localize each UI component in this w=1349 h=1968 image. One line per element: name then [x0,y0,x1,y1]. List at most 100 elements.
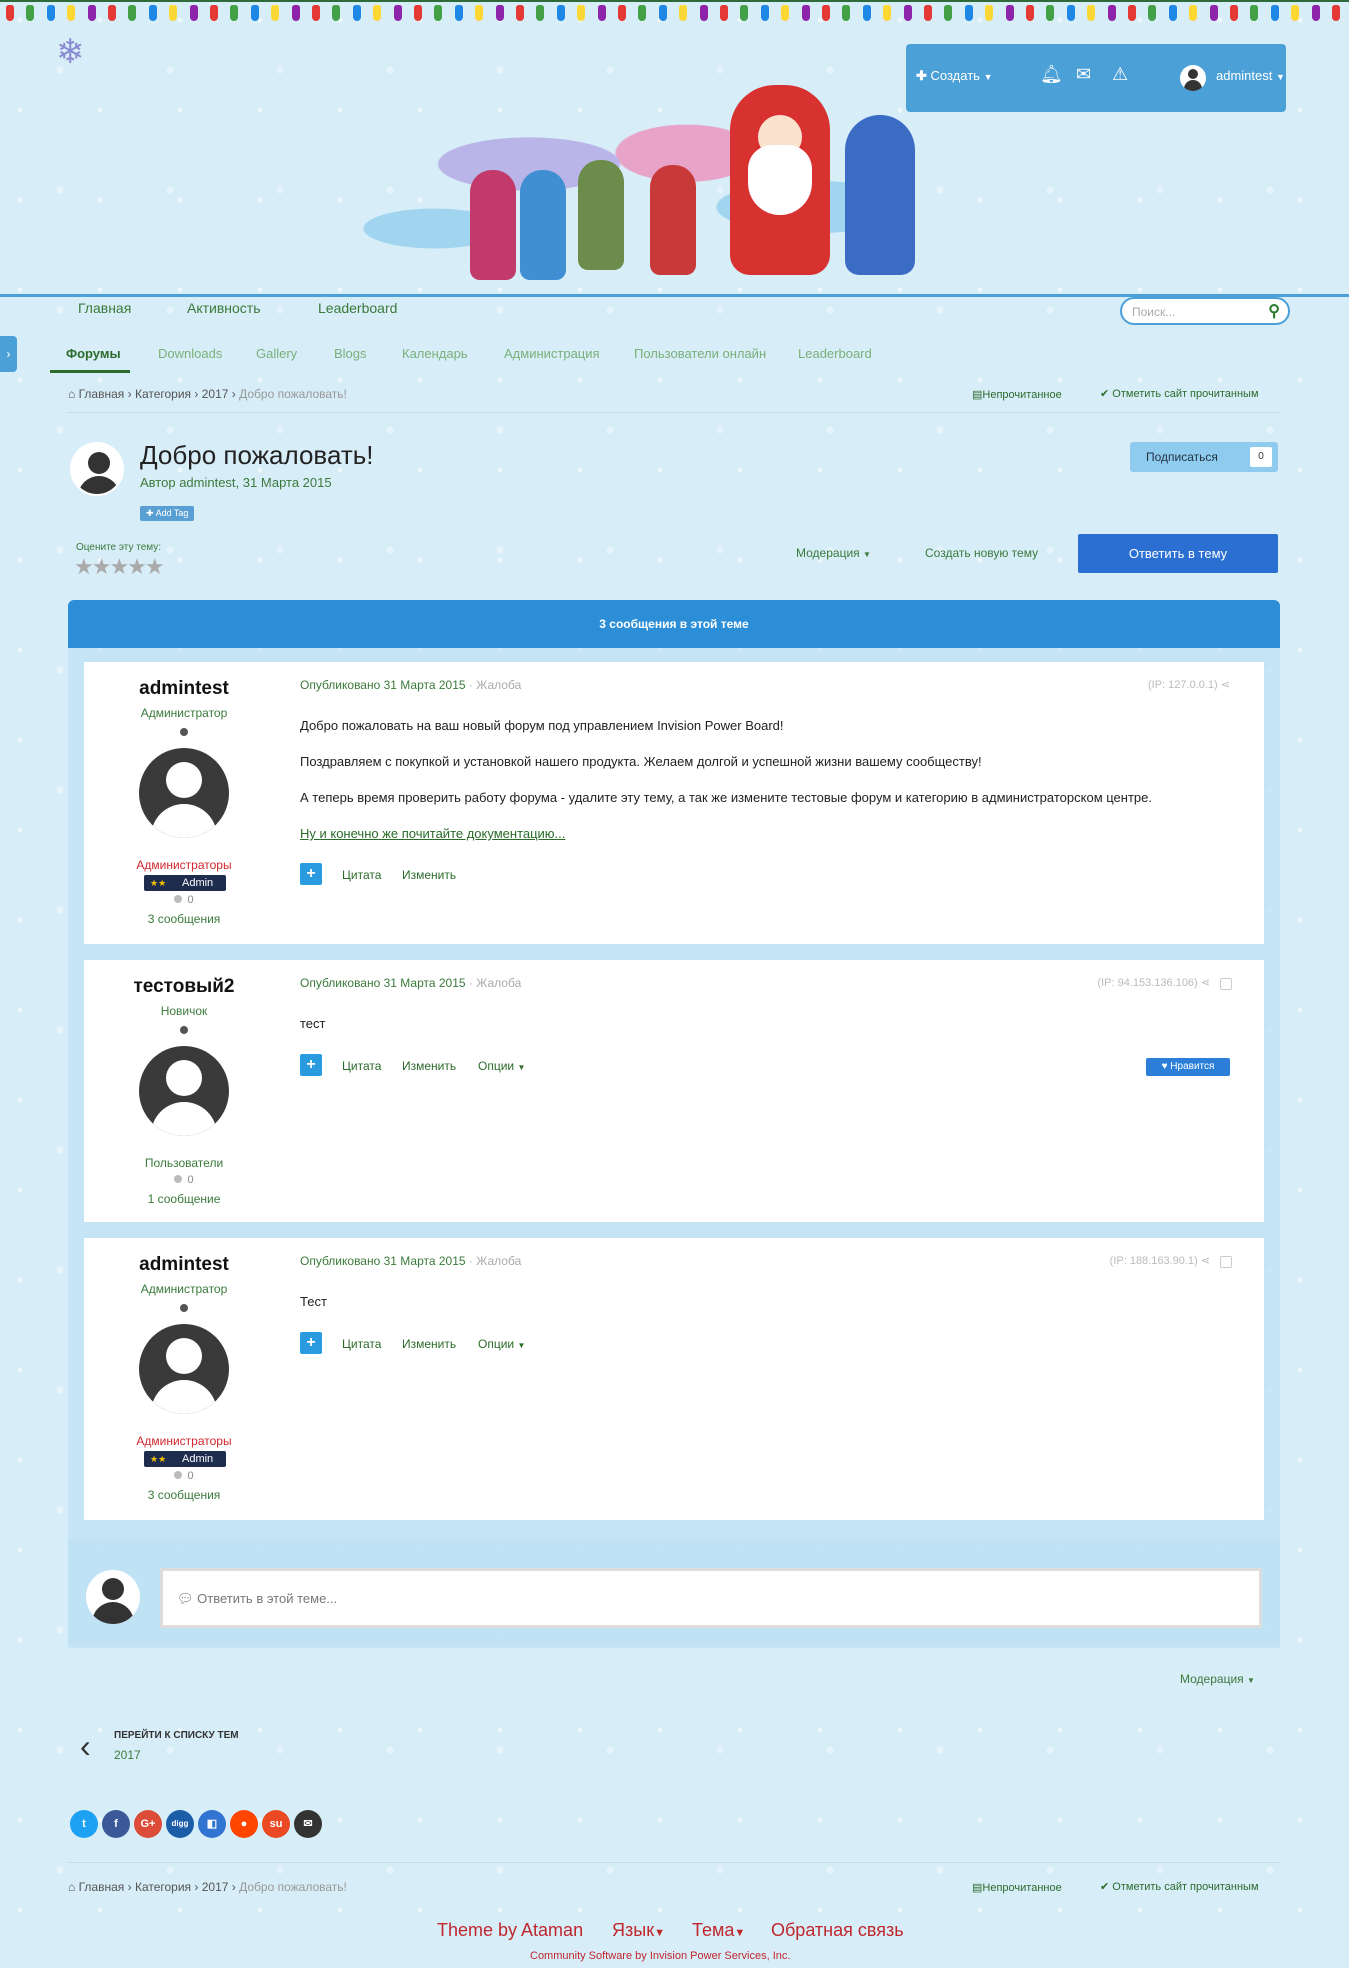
quote-button[interactable]: Цитата [342,1337,381,1351]
select-post-checkbox[interactable] [1220,1256,1232,1268]
multiquote-button[interactable]: + [300,863,322,885]
username-menu[interactable]: admintest ▼ [1216,68,1285,83]
report-link[interactable]: Жалоба [476,678,521,692]
reply-editor[interactable]: 💬︎ Ответить в этой теме... [160,1568,1262,1628]
garland-bulb [638,5,647,21]
breadcrumb-forum[interactable]: 2017 [202,1880,229,1894]
quote-button[interactable]: Цитата [342,868,381,882]
snowflake-logo-icon: ❄ [56,33,85,71]
reddit-icon[interactable]: ● [230,1810,258,1838]
footer-theme-credit[interactable]: Theme by Ataman [437,1920,583,1941]
breadcrumb-home[interactable]: Главная [79,387,125,401]
digg-icon[interactable]: digg [166,1810,194,1838]
search-input[interactable]: Поиск... ⚲ [1120,297,1290,325]
footer-feedback-link[interactable]: Обратная связь [771,1920,904,1941]
breadcrumb-category[interactable]: Категория [135,1880,191,1894]
sidebar-toggle[interactable]: › [0,336,17,372]
author-avatar[interactable] [139,748,229,838]
options-menu[interactable]: Опции ▼ [478,1059,525,1073]
quote-button[interactable]: Цитата [342,1059,381,1073]
multiquote-button[interactable]: + [300,1054,322,1076]
post-author-name[interactable]: admintest [84,1254,284,1276]
bell-icon[interactable]: 🔔︎ [1040,64,1063,85]
nav-home[interactable]: Главная [78,300,131,316]
topic-author-avatar[interactable] [70,442,124,496]
tab-forums[interactable]: Форумы [66,346,121,361]
subscribe-button[interactable]: Подписаться 0 [1130,442,1278,472]
stumbleupon-icon[interactable]: su [262,1810,290,1838]
post-author-name[interactable]: тестовый2 [84,976,284,998]
multiquote-button[interactable]: + [300,1332,322,1354]
warning-icon[interactable]: ⚠ [1112,64,1128,85]
author-avatar[interactable] [139,1046,229,1136]
tab-calendar[interactable]: Календарь [402,346,468,361]
new-topic-link[interactable]: Создать новую тему [925,546,1038,560]
share-icon[interactable]: ⋖ [1201,977,1210,989]
reply-topic-button[interactable]: Ответить в тему [1078,534,1278,573]
breadcrumb-category[interactable]: Категория [135,387,191,401]
tab-leaderboard[interactable]: Leaderboard [798,346,872,361]
like-button[interactable]: ♥ Нравится [1146,1058,1230,1076]
garland-bulb [679,5,688,21]
documentation-link[interactable]: Ну и конечно же почитайте документацию..… [300,826,565,841]
post-count[interactable]: 1 сообщение [84,1192,284,1206]
email-icon[interactable]: ✉ [294,1810,322,1838]
nav-leaderboard[interactable]: Leaderboard [318,300,397,316]
add-tag-button[interactable]: ✚ Add Tag [140,506,195,521]
tab-blogs[interactable]: Blogs [334,346,367,361]
share-icon[interactable]: ⋖ [1201,1255,1210,1267]
unread-link-bottom[interactable]: ▤Непрочитанное [972,1881,1062,1894]
garland-bulb [658,5,667,21]
google-plus-icon[interactable]: G+ [134,1810,162,1838]
select-post-checkbox[interactable] [1220,978,1232,990]
garland-bulb [1066,5,1075,21]
heart-icon: ♥ [1161,1061,1168,1072]
nav-activity[interactable]: Активность [187,300,261,316]
twitter-icon[interactable]: t [70,1810,98,1838]
moderation-menu-bottom[interactable]: Модерация ▼ [1180,1672,1255,1686]
report-link[interactable]: Жалоба [476,976,521,990]
author-rank: Администратор [140,1282,228,1296]
author-avatar[interactable] [139,1324,229,1414]
user-bar: ✚ Создать ▼ 🔔︎ ✉ ⚠ admintest ▼ [906,44,1286,112]
envelope-icon[interactable]: ✉ [1076,64,1091,85]
garland-bulb [1270,5,1279,21]
chevron-left-icon[interactable]: ‹ [80,1728,91,1765]
post-count[interactable]: 3 сообщения [84,912,284,926]
garland-bulb [373,5,382,21]
search-icon[interactable]: ⚲ [1268,301,1280,321]
edit-button[interactable]: Изменить [402,1059,456,1073]
garland-bulb [536,5,545,21]
tab-staff[interactable]: Администрация [504,346,600,361]
edit-button[interactable]: Изменить [402,1337,456,1351]
back-forum-name[interactable]: 2017 [114,1748,141,1762]
post-author-name[interactable]: admintest [84,678,284,700]
report-link[interactable]: Жалоба [476,1254,521,1268]
edit-button[interactable]: Изменить [402,868,456,882]
share-icon[interactable]: ⋖ [1221,679,1230,691]
garland-bulb [6,5,14,21]
footer-language-menu[interactable]: Язык▼ [612,1920,665,1941]
caret-down-icon: ▼ [862,550,871,559]
moderation-menu[interactable]: Модерация ▼ [796,546,871,560]
user-avatar[interactable] [1180,65,1206,91]
breadcrumb-home[interactable]: Главная [79,1880,125,1894]
post-count[interactable]: 3 сообщения [84,1488,284,1502]
tab-gallery[interactable]: Gallery [256,346,297,361]
footer-copyright[interactable]: Community Software by Invision Power Ser… [530,1950,790,1962]
topic-author-link[interactable]: admintest [179,475,235,490]
rating-stars[interactable]: ★★★★★ [74,554,165,580]
options-menu[interactable]: Опции ▼ [478,1337,525,1351]
delicious-icon[interactable]: ◧ [198,1810,226,1838]
tab-downloads[interactable]: Downloads [158,346,222,361]
breadcrumb-forum[interactable]: 2017 [202,387,229,401]
create-button[interactable]: ✚ Создать ▼ [916,68,992,84]
mark-read-link[interactable]: ✔ Отметить сайт прочитанным [1100,387,1259,400]
facebook-icon[interactable]: f [102,1810,130,1838]
unread-link[interactable]: ▤Непрочитанное [972,388,1062,401]
back-to-list-link[interactable]: ПЕРЕЙТИ К СПИСКУ ТЕМ [114,1730,239,1741]
admin-badge: ★★ Admin [144,875,226,891]
mark-read-link-bottom[interactable]: ✔ Отметить сайт прочитанным [1100,1880,1259,1893]
tab-online-users[interactable]: Пользователи онлайн [634,346,766,361]
footer-theme-menu[interactable]: Тема▼ [692,1920,745,1941]
